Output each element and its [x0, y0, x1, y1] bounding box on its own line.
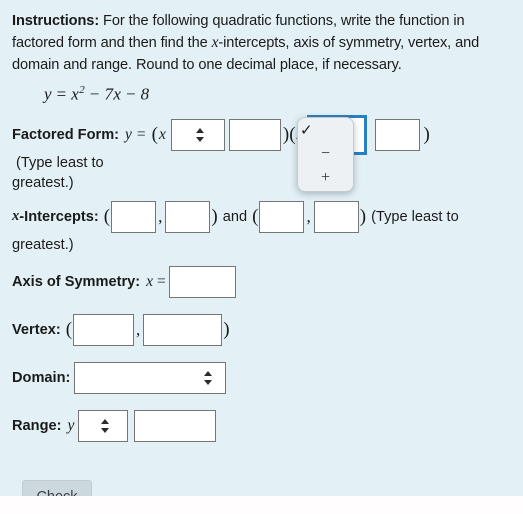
vertex-x-input[interactable]	[73, 313, 135, 346]
dropdown-option-blank[interactable]: ✓	[298, 118, 353, 142]
sign-dropdown-popup[interactable]: ✓ − +	[297, 117, 354, 192]
factored-close-paren-2: )	[423, 124, 430, 146]
sign-select-1[interactable]	[170, 118, 225, 151]
bottom-strip	[0, 496, 523, 514]
x-intercepts-label-var: x	[12, 208, 20, 225]
updown-arrows-icon	[204, 370, 213, 386]
checkmark-icon: ✓	[300, 121, 313, 139]
plus-glyph-icon: +	[320, 169, 331, 186]
equation-minus-2: −	[125, 84, 136, 104]
axis-of-symmetry-input[interactable]	[168, 265, 236, 298]
axis-of-symmetry-equals: =	[157, 272, 166, 290]
domain-select[interactable]	[74, 361, 227, 394]
x-intercepts-comma-2: ,	[306, 206, 311, 226]
factored-close-open-paren: )(	[282, 124, 296, 146]
dropdown-option-minus[interactable]: −	[298, 142, 353, 166]
x-intercepts-close-paren-2: )	[359, 206, 367, 228]
x-intercepts-comma-1: ,	[158, 206, 163, 226]
domain-label: Domain:	[12, 369, 71, 386]
equation-lhs: y	[44, 84, 52, 104]
range-label: Range:	[12, 417, 62, 434]
x-intercepts-note-continued: greatest.)	[12, 236, 74, 253]
equation-exponent: 2	[79, 84, 86, 96]
factored-number-input-2[interactable]	[375, 118, 421, 151]
x-intercept-input-2[interactable]	[165, 200, 211, 233]
vertex-y-input[interactable]	[143, 313, 223, 346]
factored-number-input-1[interactable]	[228, 118, 281, 151]
x-intercept-input-4[interactable]	[313, 200, 359, 233]
vertex-close-paren: )	[223, 319, 230, 341]
equation-minus-1: −	[89, 84, 100, 104]
x-intercept-input-3[interactable]	[259, 200, 305, 233]
vertex-label: Vertex:	[12, 321, 61, 338]
instructions-paragraph: Instructions: For the following quadrati…	[12, 10, 511, 76]
updown-arrows-icon	[195, 127, 205, 143]
vertex-row: Vertex: ( , )	[12, 313, 511, 346]
factored-note: (Type least to	[12, 154, 104, 171]
x-intercepts-open-paren-1: (	[103, 206, 111, 228]
equation-term-3: 8	[140, 84, 150, 104]
factored-note-continued: greatest.)	[12, 174, 74, 191]
equation-equals: =	[56, 84, 67, 104]
x-intercepts-and: and	[218, 208, 252, 225]
domain-row: Domain:	[12, 361, 511, 394]
factored-form-y: y	[125, 125, 132, 143]
x-intercepts-close-paren-1: )	[211, 206, 218, 228]
axis-of-symmetry-label: Axis of Symmetry:	[12, 273, 141, 290]
range-input[interactable]	[134, 409, 217, 442]
factored-form-equals: =	[136, 125, 146, 143]
factored-form-label: Factored Form:	[12, 126, 120, 143]
axis-of-symmetry-var-x: x	[146, 272, 154, 290]
factored-x-1: x	[159, 125, 166, 143]
instructions-label: Instructions:	[12, 13, 100, 29]
range-select[interactable]	[78, 409, 129, 442]
equation-term-2: 7x	[104, 84, 122, 104]
factored-form-row: Factored Form: y = ( x )( x ) (Type leas…	[12, 114, 511, 171]
vertex-open-paren: (	[65, 319, 73, 341]
axis-of-symmetry-row: Axis of Symmetry: x =	[12, 265, 511, 298]
worksheet-page: Instructions: For the following quadrati…	[0, 0, 523, 514]
vertex-comma: ,	[136, 319, 141, 339]
dropdown-option-plus[interactable]: +	[298, 166, 353, 190]
minus-glyph-icon: −	[320, 145, 331, 162]
x-intercepts-note: (Type least to	[367, 208, 459, 225]
range-var-y: y	[67, 416, 75, 434]
x-intercepts-open-paren-2: (	[252, 206, 259, 228]
range-row: Range: y	[12, 409, 511, 442]
factored-open-paren-1: (	[151, 124, 158, 146]
x-intercepts-row: x -Intercepts: ( , ) and ( , ) (Type lea…	[12, 200, 511, 233]
quadratic-equation: y = x2 − 7x − 8	[44, 84, 511, 105]
updown-arrows-icon	[101, 418, 110, 434]
x-intercept-input-1[interactable]	[111, 200, 157, 233]
x-intercepts-label: -Intercepts:	[19, 208, 99, 225]
